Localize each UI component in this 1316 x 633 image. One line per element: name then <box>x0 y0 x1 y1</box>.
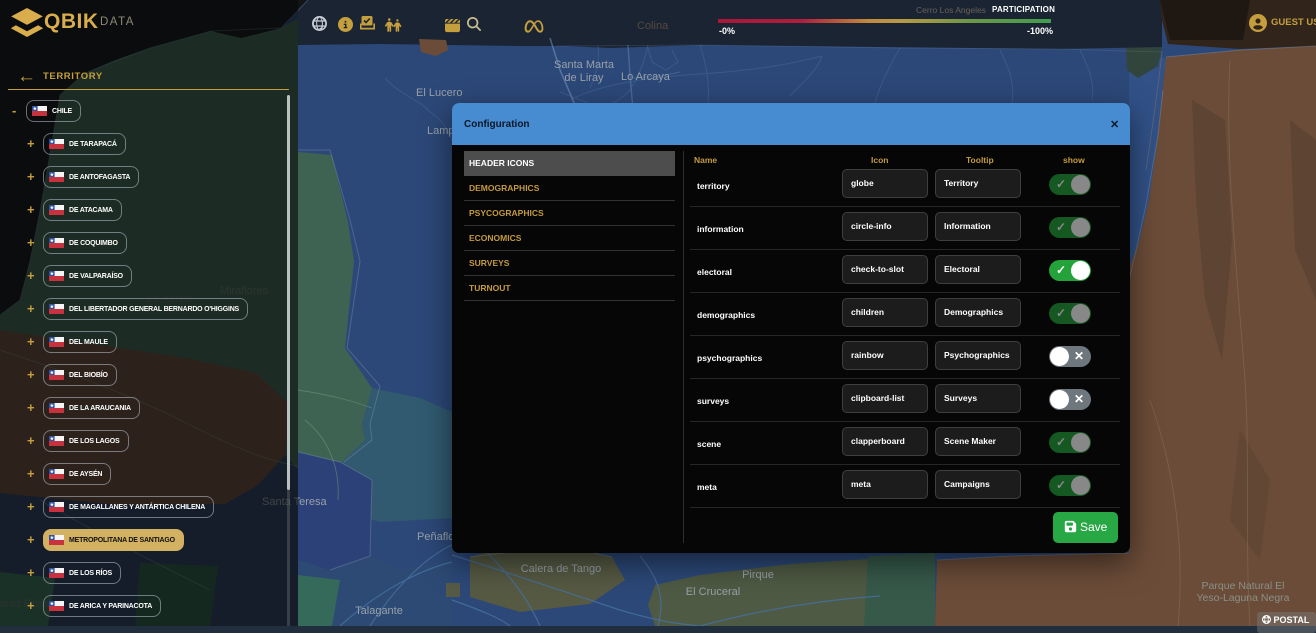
svg-text:El Cruceral: El Cruceral <box>686 586 740 598</box>
svg-text:Yeso-Laguna Negra: Yeso-Laguna Negra <box>1196 592 1289 604</box>
svg-text:Santa Marta: Santa Marta <box>554 59 615 71</box>
svg-text:Pirque: Pirque <box>742 569 774 581</box>
svg-text:Calera de Tango: Calera de Tango <box>521 563 602 575</box>
svg-text:de Liray: de Liray <box>564 72 604 84</box>
svg-text:Talagante: Talagante <box>355 605 403 617</box>
svg-text:Parque Natural El: Parque Natural El <box>1202 580 1285 592</box>
svg-text:Lamp: Lamp <box>427 125 455 137</box>
svg-text:Peñaflo: Peñaflo <box>417 531 454 543</box>
svg-text:El Lucero: El Lucero <box>416 87 462 99</box>
svg-text:Lo Arcaya: Lo Arcaya <box>621 71 671 83</box>
